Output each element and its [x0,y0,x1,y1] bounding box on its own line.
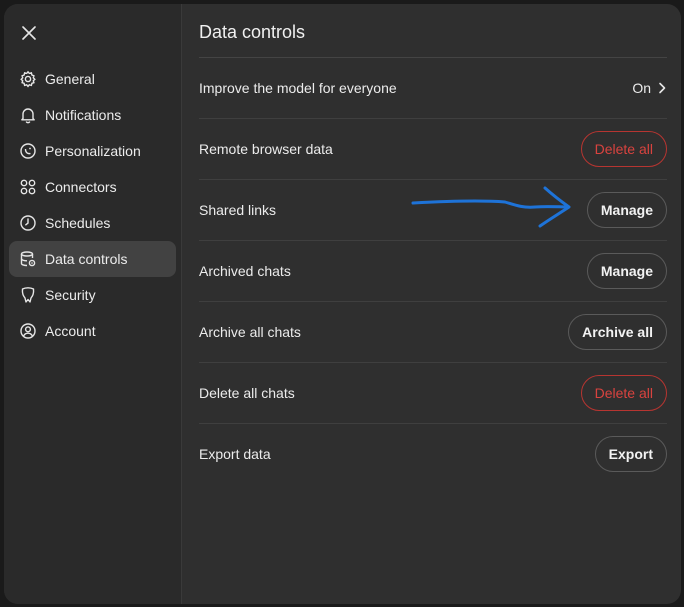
row-label: Delete all chats [199,385,295,401]
settings-nav: General Notifications Personalization Co… [9,61,176,349]
sidebar-item-account[interactable]: Account [9,313,176,349]
row-shared-links: Shared links Manage [199,180,667,241]
settings-modal: General Notifications Personalization Co… [4,4,681,604]
row-archived-chats: Archived chats Manage [199,241,667,302]
sidebar-item-label: Security [45,287,96,303]
delete-all-chats-button[interactable]: Delete all [580,375,667,411]
personalization-icon [20,143,36,159]
row-label: Improve the model for everyone [199,80,397,96]
row-archive-all-chats: Archive all chats Archive all [199,302,667,363]
user-circle-icon [20,323,36,339]
sidebar-item-label: Data controls [45,251,128,267]
close-icon [22,26,36,40]
row-label: Remote browser data [199,141,333,157]
sidebar-item-data-controls[interactable]: Data controls [9,241,176,277]
sidebar-item-label: Account [45,323,96,339]
close-button[interactable] [18,22,40,44]
settings-rows: Improve the model for everyone On Remote… [199,58,667,484]
sidebar-item-label: Connectors [45,179,117,195]
archive-all-button[interactable]: Archive all [568,314,667,350]
shield-icon [21,287,35,303]
row-label: Export data [199,446,271,462]
sidebar-item-connectors[interactable]: Connectors [9,169,176,205]
sidebar-item-label: Personalization [45,143,141,159]
sidebar-item-schedules[interactable]: Schedules [9,205,176,241]
sidebar-item-personalization[interactable]: Personalization [9,133,176,169]
manage-shared-links-button[interactable]: Manage [586,192,667,228]
gear-icon [20,70,36,88]
sidebar-item-security[interactable]: Security [9,277,176,313]
row-remote-browser-data: Remote browser data Delete all [199,119,667,180]
row-export-data: Export data Export [199,424,667,484]
row-improve-model: Improve the model for everyone On [199,58,667,119]
sidebar-item-general[interactable]: General [9,61,176,97]
manage-archived-chats-button[interactable]: Manage [586,253,667,289]
sidebar-item-notifications[interactable]: Notifications [9,97,176,133]
settings-content: Data controls Improve the model for ever… [182,4,681,604]
page-title: Data controls [199,22,306,42]
improve-model-value: On [632,80,651,96]
row-label: Archive all chats [199,324,301,340]
connectors-icon [20,179,36,195]
row-delete-all-chats: Delete all chats Delete all [199,363,667,424]
clock-icon [20,215,36,231]
settings-sidebar: General Notifications Personalization Co… [4,4,182,604]
sidebar-item-label: Notifications [45,107,122,123]
row-label: Archived chats [199,263,291,279]
bell-icon [21,108,35,124]
sidebar-item-label: Schedules [45,215,111,231]
improve-model-toggle[interactable]: On [632,80,667,96]
delete-remote-browser-data-button[interactable]: Delete all [580,131,667,167]
database-icon [20,251,36,267]
sidebar-item-label: General [45,71,95,87]
export-button[interactable]: Export [594,436,667,472]
row-label: Shared links [199,202,277,218]
chevron-right-icon [659,82,666,94]
